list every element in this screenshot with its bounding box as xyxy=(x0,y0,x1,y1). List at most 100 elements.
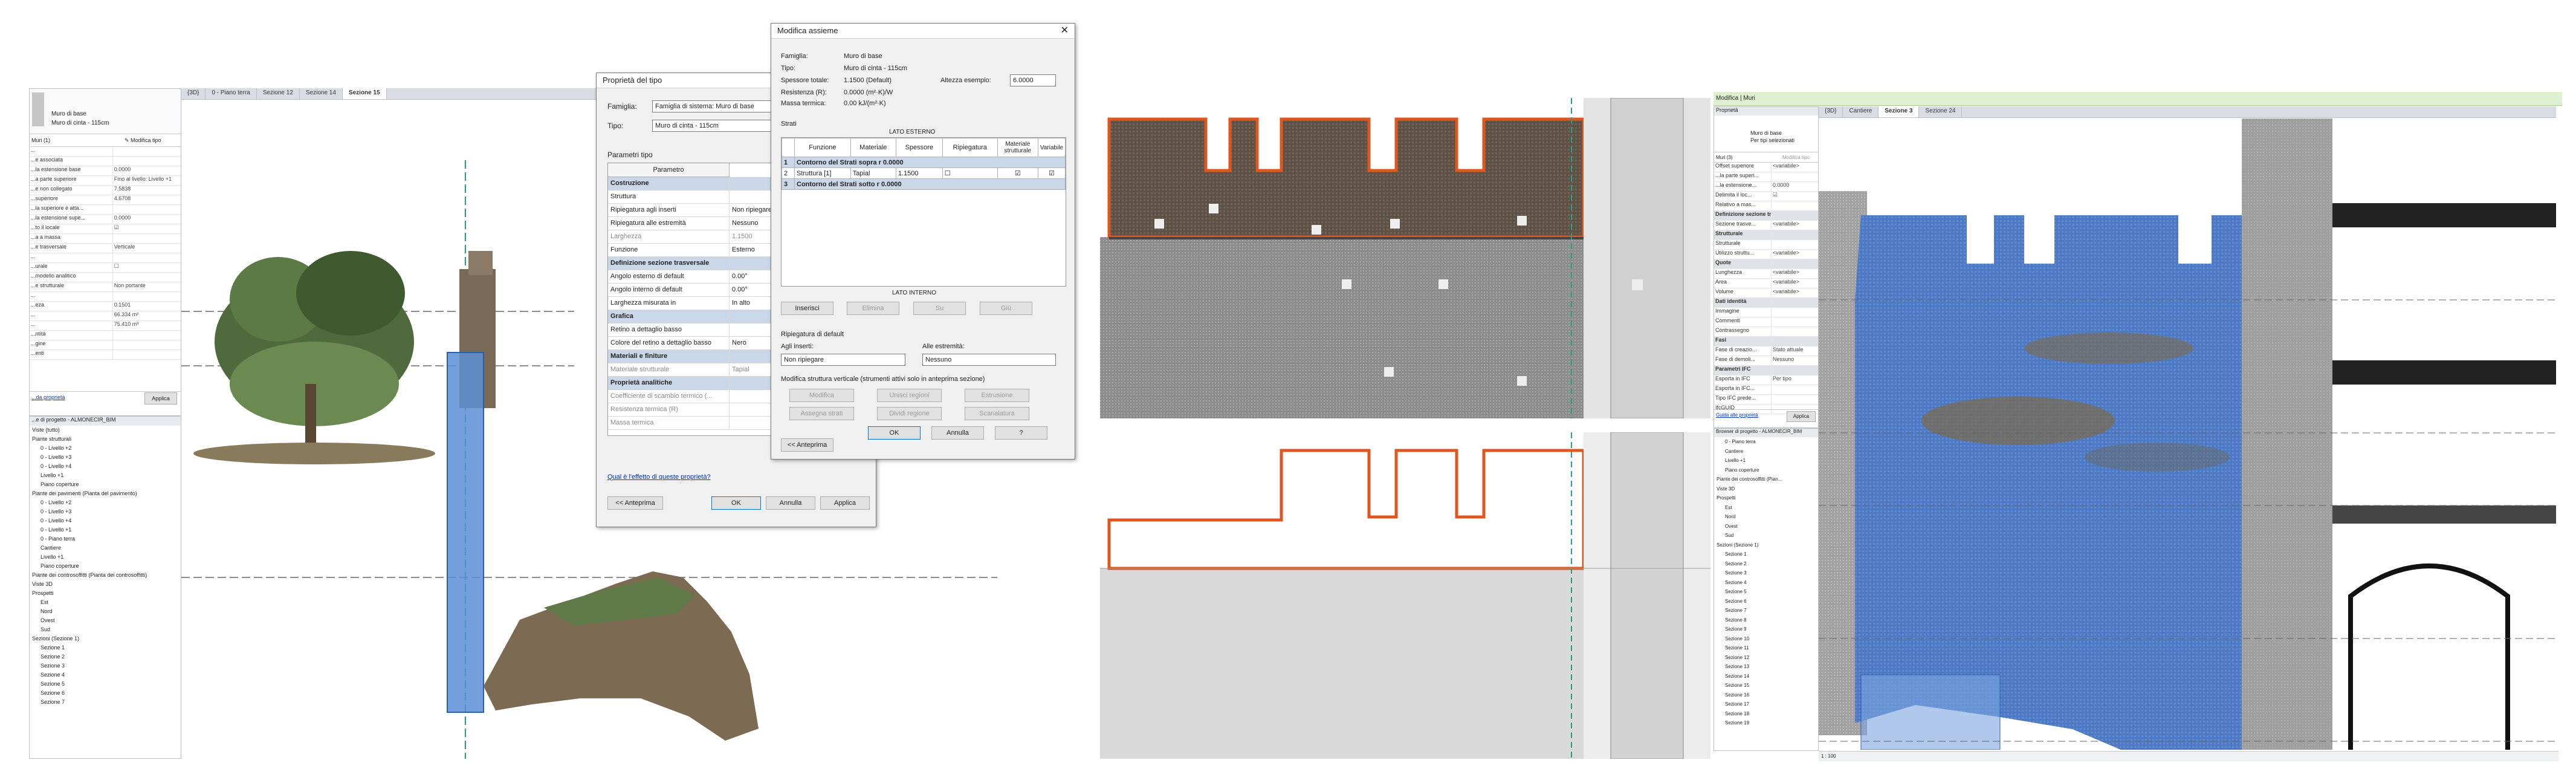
browser-item[interactable]: 0 - Livello +3 xyxy=(30,507,181,516)
property-value[interactable] xyxy=(1770,298,1818,307)
property-value[interactable] xyxy=(112,205,181,214)
down-button[interactable]: Giù xyxy=(980,302,1032,315)
property-value[interactable]: 75.410 m³ xyxy=(112,321,181,330)
at-ends-dropdown[interactable]: Nessuno xyxy=(922,354,1056,366)
property-value[interactable]: <variabile> xyxy=(1770,221,1818,230)
property-row[interactable]: ...la estensione supe... 0.0000 xyxy=(30,215,181,224)
browser-item[interactable]: 0 - Livello +4 xyxy=(30,516,181,525)
browser-item[interactable]: Piante dei pavimenti (Pianta del pavimen… xyxy=(30,489,181,498)
property-row[interactable]: ...enti xyxy=(30,350,181,360)
property-category[interactable]: Dati identità xyxy=(1714,298,1818,308)
split-region-button[interactable]: Dividi regione xyxy=(877,407,942,420)
property-value[interactable] xyxy=(112,273,181,282)
up-button[interactable]: Su xyxy=(913,302,966,315)
property-value[interactable] xyxy=(1770,172,1818,181)
browser-item[interactable]: Sud xyxy=(30,625,181,634)
view-tab-active[interactable]: Sezione 15 xyxy=(342,88,387,99)
property-row[interactable]: ...la estensione base 0.0000 xyxy=(30,166,181,176)
view-tab[interactable]: Cantiere xyxy=(1843,106,1879,117)
insert-button[interactable]: Inserisci xyxy=(781,302,833,315)
property-row[interactable]: Fase di demoli... Nessuno xyxy=(1714,356,1818,366)
property-value[interactable]: <variabile> xyxy=(1770,163,1818,172)
view-tab[interactable]: Sezione 12 xyxy=(257,88,300,99)
browser-item[interactable]: 0 - Piano terra xyxy=(1714,437,1818,447)
property-row[interactable]: ...e strutturale Non portante xyxy=(30,282,181,292)
property-value[interactable]: Verticale xyxy=(112,244,181,253)
browser-item[interactable]: Sezione 7 xyxy=(1714,606,1818,616)
property-row[interactable]: ...a parte superiore Fino al livello: Liv… xyxy=(30,176,181,186)
reveals-button[interactable]: Scanalatura xyxy=(965,407,1029,420)
property-value[interactable]: <variabile> xyxy=(1770,269,1818,278)
property-row[interactable]: Volume <variabile> xyxy=(1714,288,1818,298)
property-row[interactable]: Commenti xyxy=(1714,317,1818,327)
property-value[interactable] xyxy=(112,157,181,166)
property-value[interactable]: 7.5838 xyxy=(112,186,181,195)
browser-item[interactable]: Piante dei controsoffitti (Pianta dei co… xyxy=(30,571,181,580)
property-row[interactable]: Contrassegno xyxy=(1714,327,1818,337)
property-value[interactable] xyxy=(112,350,181,359)
browser-item[interactable]: Ovest xyxy=(30,616,181,625)
browser-item[interactable]: Piano coperture xyxy=(30,562,181,571)
property-value[interactable] xyxy=(1770,366,1818,375)
property-row[interactable]: ... xyxy=(30,292,181,302)
property-row[interactable]: Tipo IFC prede... xyxy=(1714,395,1818,404)
property-row[interactable]: Lunghezza <variabile> xyxy=(1714,269,1818,279)
browser-item[interactable]: Nord xyxy=(1714,512,1818,522)
property-row[interactable]: ...ntità xyxy=(30,331,181,340)
property-row[interactable]: ...gine xyxy=(30,340,181,350)
type-selector[interactable]: Muro di base Muro di cinta - 115cm xyxy=(30,89,181,134)
property-value[interactable] xyxy=(1770,259,1818,268)
type-selector[interactable]: Muro di base Per tipi selezionati xyxy=(1714,115,1818,152)
layer-material[interactable]: Tapial xyxy=(850,167,896,179)
browser-item[interactable]: Sezione 5 xyxy=(1714,587,1818,597)
browser-item[interactable]: Sezione 2 xyxy=(1714,559,1818,569)
browser-item[interactable]: 0 - Livello +1 xyxy=(30,525,181,534)
property-value[interactable]: 0.1501 xyxy=(112,302,181,311)
browser-item[interactable]: Sezione 19 xyxy=(1714,718,1818,728)
property-row[interactable]: ...modello analitico xyxy=(30,273,181,282)
browser-item[interactable]: Piante strutturali xyxy=(30,435,181,444)
property-row[interactable]: Fase di creazio... Stato attuale xyxy=(1714,346,1818,356)
browser-item[interactable]: Prospetti xyxy=(1714,493,1818,503)
property-value[interactable] xyxy=(1770,317,1818,327)
property-row[interactable]: ...la estensione... 0.0000 xyxy=(1714,182,1818,192)
browser-item[interactable]: Sezioni (Sezione 1) xyxy=(30,634,181,643)
property-value[interactable]: <variabile> xyxy=(1770,288,1818,297)
modify-button[interactable]: Modifica xyxy=(789,389,854,402)
section-view-model[interactable] xyxy=(1100,432,1710,759)
property-value[interactable] xyxy=(1770,201,1818,210)
browser-item[interactable]: 0 - Piano terra xyxy=(30,534,181,544)
cancel-button[interactable]: Annulla xyxy=(931,426,984,440)
property-value[interactable]: 0.0000 xyxy=(1770,182,1818,191)
property-value[interactable] xyxy=(112,234,181,243)
sample-height-input[interactable]: 6.0000 xyxy=(1010,74,1056,86)
browser-item[interactable]: Cantiere xyxy=(30,544,181,553)
property-row[interactable]: ...superiore 4.6708 xyxy=(30,195,181,205)
browser-item[interactable]: Sezione 5 xyxy=(30,680,181,689)
browser-item[interactable]: Viste 3D xyxy=(30,580,181,589)
browser-item[interactable]: Sezione 12 xyxy=(1714,653,1818,663)
property-value[interactable]: 4.6708 xyxy=(112,195,181,204)
property-value[interactable] xyxy=(1770,395,1818,404)
browser-item[interactable]: Viste (tutto) xyxy=(30,426,181,435)
browser-item[interactable]: Sezione 14 xyxy=(1714,672,1818,681)
browser-item[interactable]: Sezione 6 xyxy=(30,689,181,698)
property-value[interactable] xyxy=(112,147,181,156)
view-tab[interactable]: Sezione 14 xyxy=(300,88,343,99)
property-value[interactable] xyxy=(1770,327,1818,336)
property-category[interactable]: Quote xyxy=(1714,259,1818,269)
browser-item[interactable]: 0 - Livello +4 xyxy=(30,462,181,471)
instance-filter[interactable]: Muri (1) xyxy=(30,137,122,143)
browser-item[interactable]: Sezione 15 xyxy=(1714,681,1818,690)
property-value[interactable]: 0.0000 xyxy=(112,166,181,175)
browser-item[interactable]: Sud xyxy=(1714,531,1818,541)
close-icon[interactable]: ✕ xyxy=(1061,24,1069,38)
ok-button[interactable]: OK xyxy=(711,496,761,510)
property-value[interactable] xyxy=(112,292,181,301)
browser-item[interactable]: Nord xyxy=(30,607,181,616)
property-value[interactable]: Non portante xyxy=(112,282,181,291)
property-value[interactable]: Stato attuale xyxy=(1770,346,1818,356)
browser-item[interactable]: Sezione 10 xyxy=(1714,634,1818,644)
cancel-button[interactable]: Annulla xyxy=(766,496,815,510)
browser-item[interactable]: Viste 3D xyxy=(1714,484,1818,494)
